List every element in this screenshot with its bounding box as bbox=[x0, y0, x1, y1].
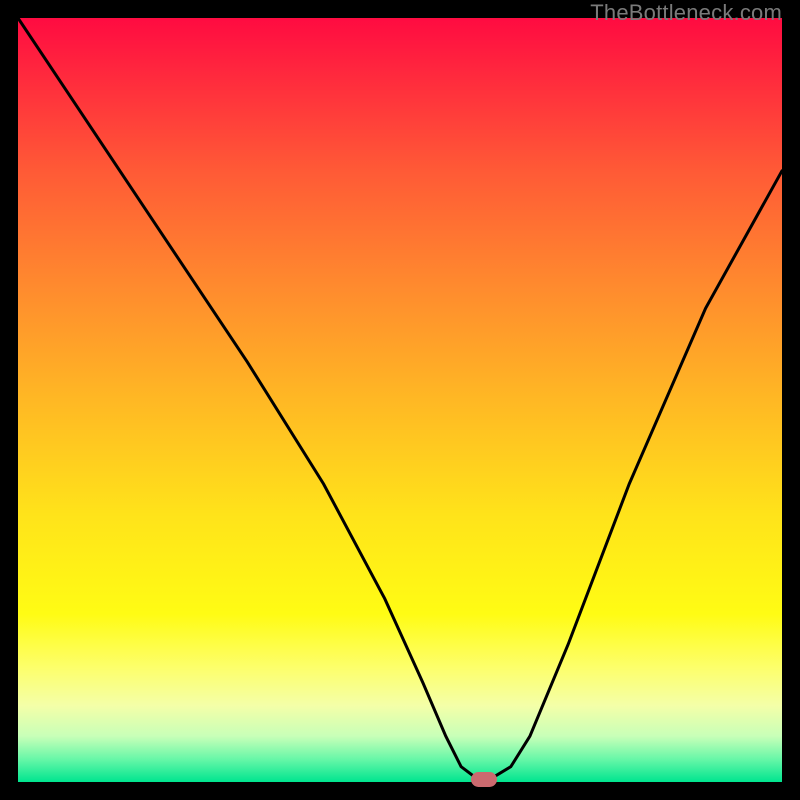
watermark-text: TheBottleneck.com bbox=[590, 0, 782, 26]
optimal-point-marker bbox=[471, 772, 497, 787]
bottleneck-curve bbox=[18, 18, 782, 782]
chart-plot-area bbox=[18, 18, 782, 782]
